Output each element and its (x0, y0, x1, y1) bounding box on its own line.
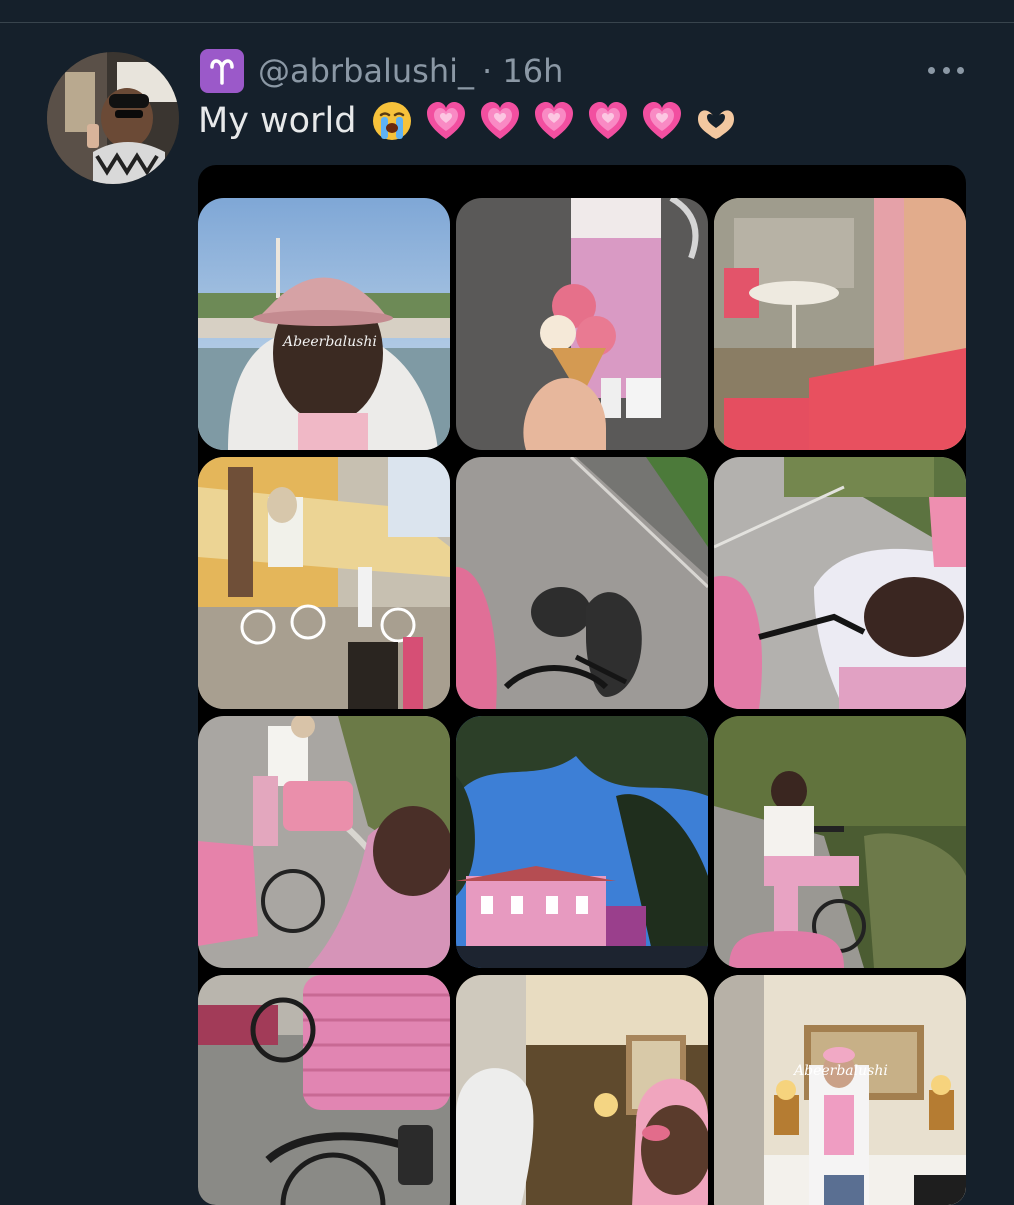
tweet-time[interactable]: · 16h (482, 52, 563, 90)
watermark: Abeerbalushi (792, 1063, 888, 1079)
photo-bike-road-selfie[interactable] (714, 457, 966, 709)
photo-ice-cream-cone[interactable] (456, 198, 708, 450)
growing-heart-icon (535, 102, 574, 139)
photo-hotel-room-mirror[interactable]: Abeerbalushi (714, 975, 966, 1205)
photo-pink-cap-waterfront[interactable]: Abeerbalushi (198, 198, 450, 450)
tweet-body: My world (198, 101, 357, 141)
photo-cycling-friend[interactable] (198, 716, 450, 968)
photo-hotel-room-cap[interactable] (456, 975, 708, 1205)
avatar[interactable] (47, 52, 179, 184)
growing-heart-icon (643, 102, 682, 139)
growing-heart-icon (427, 102, 466, 139)
user-handle[interactable]: @abrbalushi_ (258, 52, 474, 90)
photo-bike-basket[interactable] (198, 975, 450, 1205)
tweet-header: @abrbalushi_ · 16h (200, 49, 563, 93)
photo-bike-shadow-road[interactable] (456, 457, 708, 709)
aries-icon (200, 49, 244, 93)
photo-pink-cafe-window[interactable] (714, 198, 966, 450)
heart-hands-icon (698, 110, 735, 139)
media-grid: Abeerbalushi Abeerbalushi (198, 165, 966, 1205)
growing-heart-icon (589, 102, 628, 139)
more-icon[interactable] (928, 60, 964, 80)
loudly-crying-face-icon (373, 102, 412, 140)
top-divider (0, 22, 1014, 23)
photo-pink-house-sky[interactable] (456, 716, 708, 968)
growing-heart-icon (481, 102, 520, 139)
photo-girl-on-bike[interactable] (714, 716, 966, 968)
photo-cafe-terrace[interactable] (198, 457, 450, 709)
tweet-text: My world (198, 97, 738, 145)
watermark: Abeerbalushi (281, 334, 377, 350)
